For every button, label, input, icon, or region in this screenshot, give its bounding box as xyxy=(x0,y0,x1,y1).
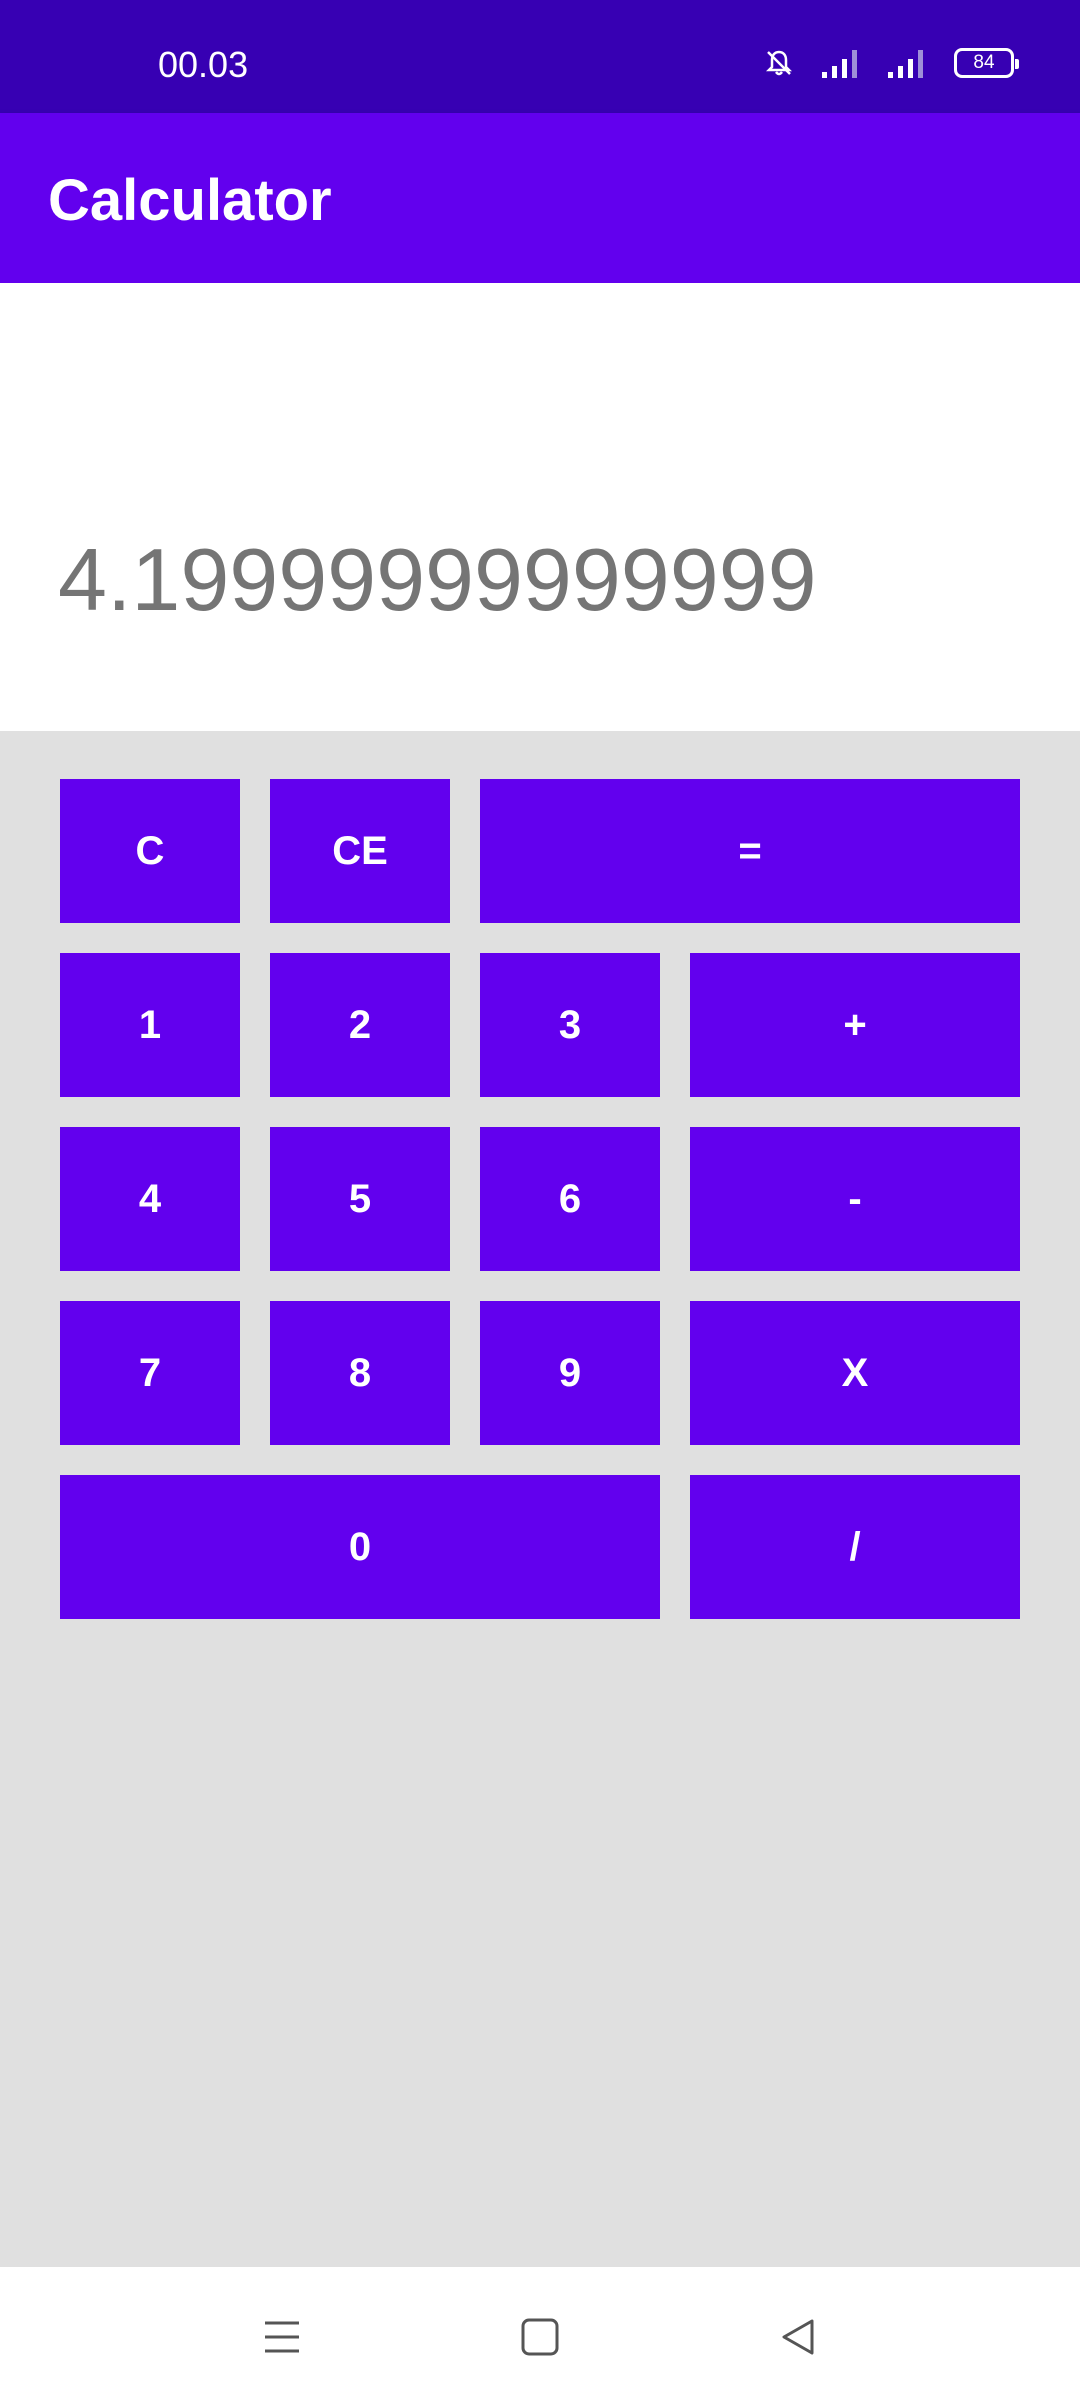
digit-3-button[interactable]: 3 xyxy=(480,953,660,1097)
result-display: 4.19999999999999 xyxy=(0,283,1080,731)
digit-8-button[interactable]: 8 xyxy=(270,1301,450,1445)
app-bar: Calculator xyxy=(0,113,1080,283)
display-value: 4.19999999999999 xyxy=(58,530,817,629)
menu-icon[interactable] xyxy=(252,2307,312,2367)
clear-entry-button[interactable]: CE xyxy=(270,779,450,923)
status-bar: 00.03 84 xyxy=(0,0,1080,113)
digit-1-button[interactable]: 1 xyxy=(60,953,240,1097)
digit-4-button[interactable]: 4 xyxy=(60,1127,240,1271)
keypad: C CE = 1 2 3 + 4 5 6 - 7 8 9 X 0 / xyxy=(0,731,1080,2267)
navigation-bar xyxy=(0,2267,1080,2400)
minus-button[interactable]: - xyxy=(690,1127,1020,1271)
signal-icon xyxy=(822,50,860,78)
status-time: 00.03 xyxy=(158,44,249,85)
signal-icon xyxy=(888,50,926,78)
multiply-button[interactable]: X xyxy=(690,1301,1020,1445)
equals-button[interactable]: = xyxy=(480,779,1020,923)
app-title: Calculator xyxy=(48,168,332,233)
divide-button[interactable]: / xyxy=(690,1475,1020,1619)
digit-5-button[interactable]: 5 xyxy=(270,1127,450,1271)
digit-9-button[interactable]: 9 xyxy=(480,1301,660,1445)
digit-7-button[interactable]: 7 xyxy=(60,1301,240,1445)
bell-off-icon xyxy=(764,48,794,78)
plus-button[interactable]: + xyxy=(690,953,1020,1097)
clear-button[interactable]: C xyxy=(60,779,240,923)
home-icon[interactable] xyxy=(510,2307,570,2367)
back-icon[interactable] xyxy=(768,2307,828,2367)
digit-2-button[interactable]: 2 xyxy=(270,953,450,1097)
digit-6-button[interactable]: 6 xyxy=(480,1127,660,1271)
status-icons: 84 xyxy=(764,48,1019,78)
digit-0-button[interactable]: 0 xyxy=(60,1475,660,1619)
battery-icon: 84 xyxy=(954,48,1019,78)
